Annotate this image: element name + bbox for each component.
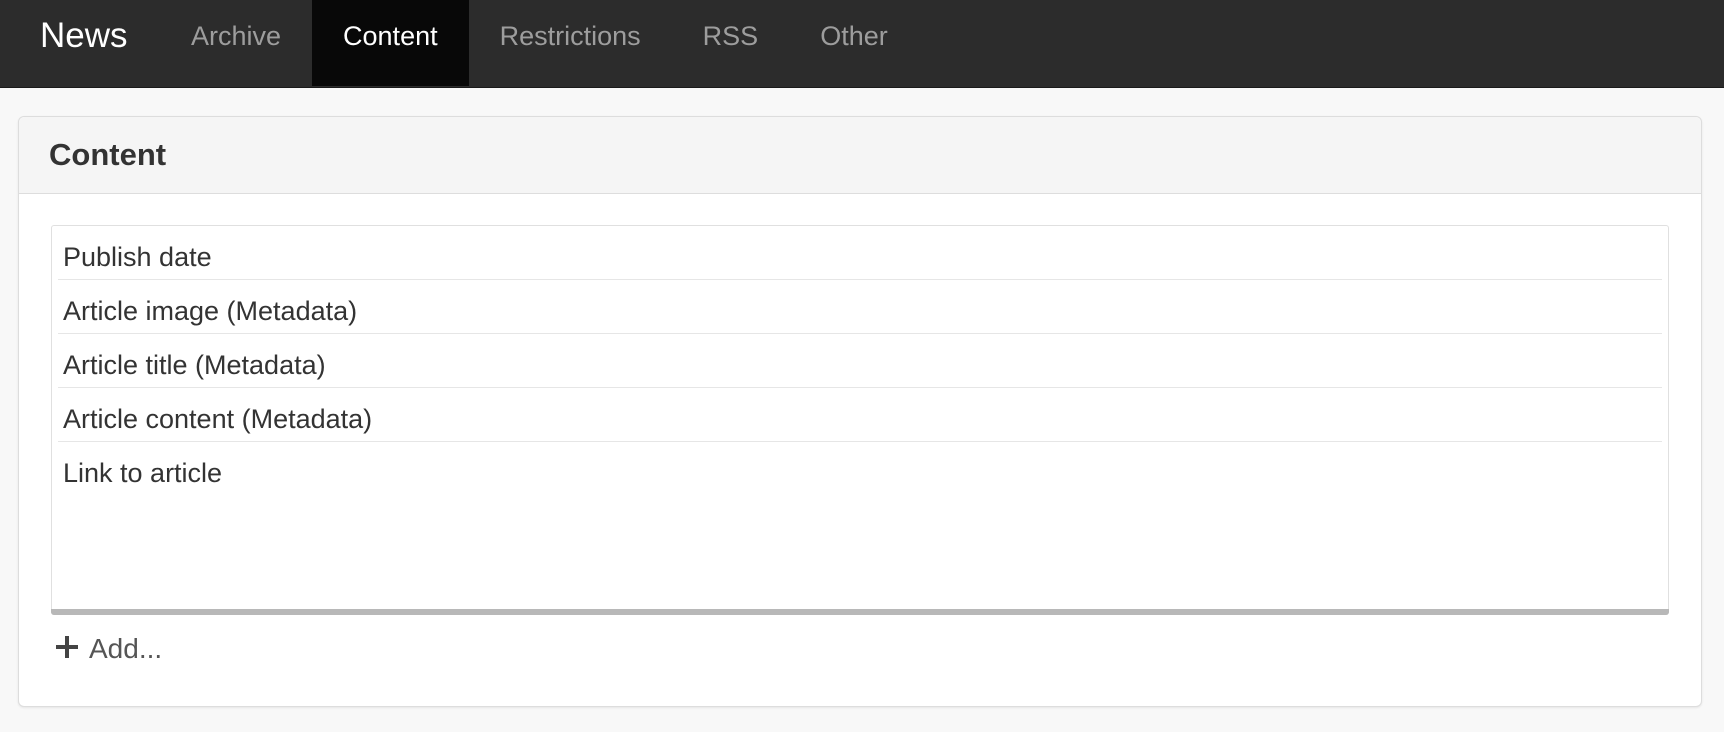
list-item-article-title[interactable]: Article title (Metadata) (58, 334, 1662, 388)
nav-tabs: Archive Content Restrictions RSS Other (160, 0, 919, 86)
add-button[interactable]: Add... (56, 623, 162, 675)
list-item-article-image[interactable]: Article image (Metadata) (58, 280, 1662, 334)
brand-link[interactable]: News (40, 0, 128, 88)
tab-archive[interactable]: Archive (160, 0, 312, 86)
panel-heading: Content (19, 117, 1701, 194)
add-label: Add... (89, 633, 163, 664)
plus-icon (56, 636, 78, 658)
tab-content[interactable]: Content (312, 0, 469, 86)
list-item-article-content[interactable]: Article content (Metadata) (58, 388, 1662, 442)
tab-restrictions[interactable]: Restrictions (469, 0, 672, 86)
tab-rss[interactable]: RSS (672, 0, 790, 86)
list-item-publish-date[interactable]: Publish date (58, 226, 1662, 280)
list-item-link-to-article[interactable]: Link to article (58, 442, 1662, 496)
navbar: News Archive Content Restrictions RSS Ot… (0, 0, 1724, 88)
content-field-list[interactable]: Publish date Article image (Metadata) Ar… (51, 225, 1669, 615)
panel-title: Content (49, 137, 167, 172)
tab-other[interactable]: Other (789, 0, 919, 86)
content-panel: Content Publish date Article image (Meta… (18, 116, 1702, 707)
